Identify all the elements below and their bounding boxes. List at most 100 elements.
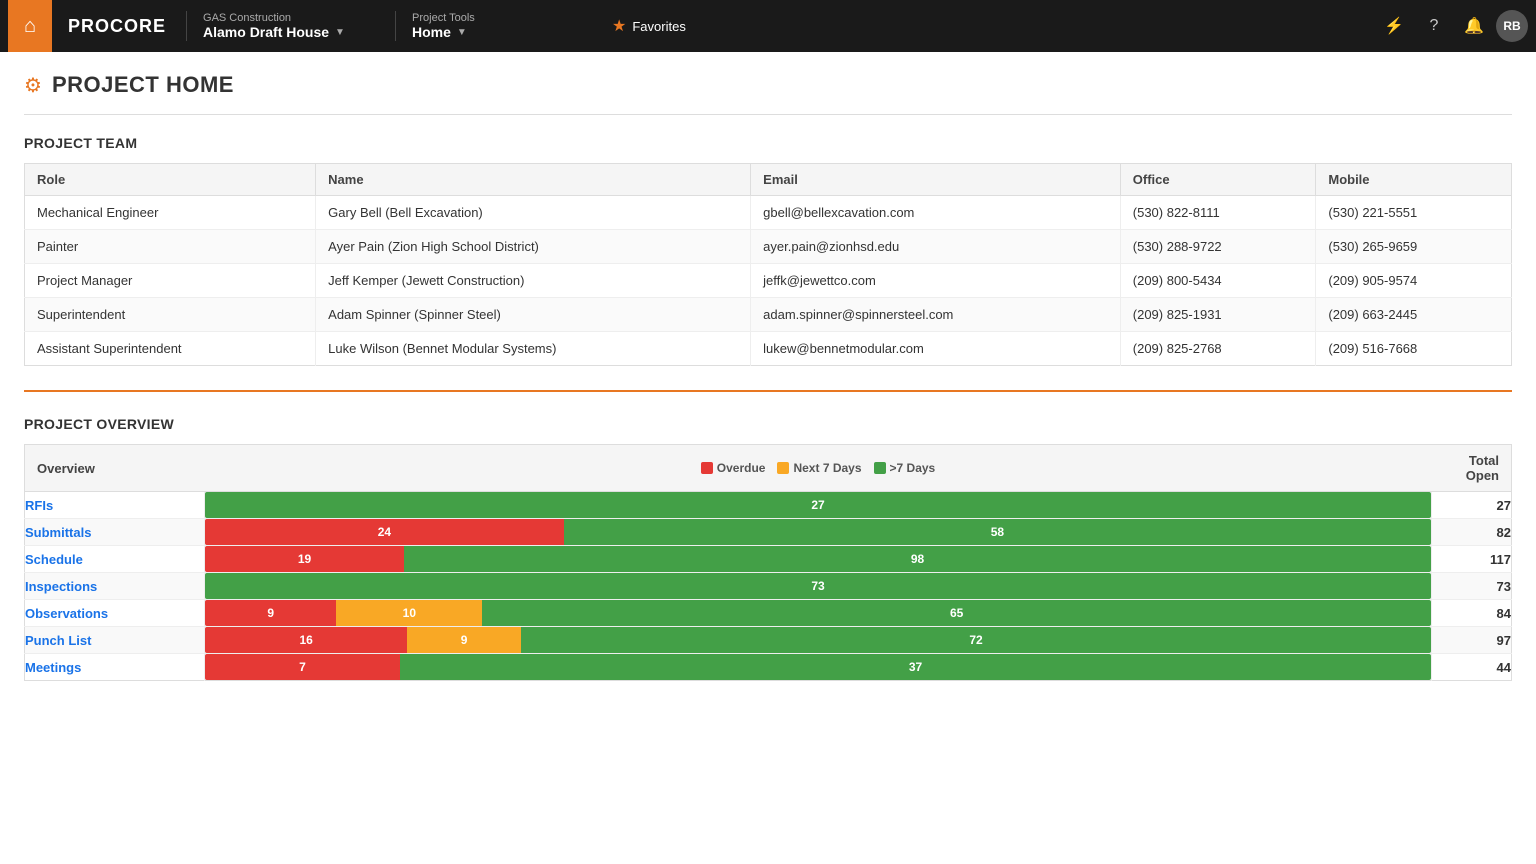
- team-row: SuperintendentAdam Spinner (Spinner Stee…: [25, 298, 1512, 332]
- company-sub-label: GAS Construction: [203, 12, 379, 24]
- team-row: Project ManagerJeff Kemper (Jewett Const…: [25, 264, 1512, 298]
- team-row: Mechanical EngineerGary Bell (Bell Excav…: [25, 196, 1512, 230]
- overview-row-total: 97: [1432, 627, 1512, 654]
- tools-main-label: Home ▼: [412, 24, 588, 40]
- bar-segment-yellow: 9: [407, 627, 521, 653]
- team-row: PainterAyer Pain (Zion High School Distr…: [25, 230, 1512, 264]
- favorites-button[interactable]: ★ Favorites: [600, 16, 698, 36]
- overview-bar-cell: 16972: [205, 627, 1432, 654]
- overview-table-body: RFIs2727Submittals245882Schedule1998117I…: [25, 492, 1512, 681]
- page-title: PROJECT HOME: [52, 72, 234, 98]
- team-cell-office: (530) 822-8111: [1120, 196, 1316, 230]
- top-navigation: ⌂ PROCORE GAS Construction Alamo Draft H…: [0, 0, 1536, 52]
- nav-divider-2: [395, 11, 396, 41]
- overview-row-label[interactable]: Punch List: [25, 627, 205, 654]
- legend-overdue: Overdue: [701, 461, 766, 475]
- col-name: Name: [316, 164, 751, 196]
- bar-segment-green: 27: [205, 492, 1431, 518]
- bar-segment-green: 37: [400, 654, 1431, 680]
- legend-next7: Next 7 Days: [777, 461, 861, 475]
- team-table-body: Mechanical EngineerGary Bell (Bell Excav…: [25, 196, 1512, 366]
- bar-segment-green: 98: [404, 546, 1431, 572]
- team-table-header: Role Name Email Office Mobile: [25, 164, 1512, 196]
- overview-row-label[interactable]: Inspections: [25, 573, 205, 600]
- company-dropdown[interactable]: GAS Construction Alamo Draft House ▼: [191, 8, 391, 44]
- overview-table-header: Overview Overdue Next 7 Days: [25, 445, 1512, 492]
- overview-total-header: Total Open: [1432, 445, 1512, 492]
- overview-bar-cell: 27: [205, 492, 1432, 519]
- overview-bar-cell: 737: [205, 654, 1432, 681]
- overview-row-total: 44: [1432, 654, 1512, 681]
- col-role: Role: [25, 164, 316, 196]
- col-office: Office: [1120, 164, 1316, 196]
- legend-next7-dot: [777, 462, 789, 474]
- overview-row: Inspections7373: [25, 573, 1512, 600]
- team-cell-mobile: (530) 221-5551: [1316, 196, 1512, 230]
- col-email: Email: [751, 164, 1121, 196]
- bar-segment-red: 16: [205, 627, 407, 653]
- bar-segment-red: 19: [205, 546, 404, 572]
- power-icon-button[interactable]: ⚡: [1376, 8, 1412, 44]
- team-cell-role: Assistant Superintendent: [25, 332, 316, 366]
- bar-container: 2458: [205, 519, 1431, 545]
- team-cell-email: lukew@bennetmodular.com: [751, 332, 1121, 366]
- overview-row-label[interactable]: Schedule: [25, 546, 205, 573]
- user-avatar[interactable]: RB: [1496, 10, 1528, 42]
- overview-bar-cell: 1998: [205, 546, 1432, 573]
- team-cell-mobile: (530) 265-9659: [1316, 230, 1512, 264]
- team-cell-name: Adam Spinner (Spinner Steel): [316, 298, 751, 332]
- bar-segment-red: 24: [205, 519, 564, 545]
- team-cell-office: (209) 800-5434: [1120, 264, 1316, 298]
- col-mobile: Mobile: [1316, 164, 1512, 196]
- overview-header-row: Overview Overdue Next 7 Days: [25, 445, 1512, 492]
- power-icon: ⚡: [1384, 16, 1404, 36]
- team-cell-mobile: (209) 516-7668: [1316, 332, 1512, 366]
- project-overview-table: Overview Overdue Next 7 Days: [24, 444, 1512, 681]
- legend-gt7: >7 Days: [874, 461, 936, 475]
- legend-next7-label: Next 7 Days: [793, 461, 861, 475]
- page-content: ⚙ PROJECT HOME PROJECT TEAM Role Name Em…: [0, 52, 1536, 701]
- project-team-table: Role Name Email Office Mobile Mechanical…: [24, 163, 1512, 366]
- bar-container: 27: [205, 492, 1431, 518]
- team-cell-email: adam.spinner@spinnersteel.com: [751, 298, 1121, 332]
- overview-row-label[interactable]: Submittals: [25, 519, 205, 546]
- company-main-label: Alamo Draft House ▼: [203, 24, 379, 40]
- overview-row-label[interactable]: Observations: [25, 600, 205, 627]
- legend-gt7-dot: [874, 462, 886, 474]
- bar-container: 1998: [205, 546, 1431, 572]
- overview-col-header: Overview: [25, 445, 205, 492]
- overview-row-total: 117: [1432, 546, 1512, 573]
- bar-container: 16972: [205, 627, 1431, 653]
- home-button[interactable]: ⌂: [8, 0, 52, 52]
- title-divider: [24, 114, 1512, 115]
- gear-icon: ⚙: [24, 73, 42, 98]
- overview-bar-cell: 91065: [205, 600, 1432, 627]
- legend: Overdue Next 7 Days >7 Days: [217, 461, 1420, 475]
- team-cell-name: Gary Bell (Bell Excavation): [316, 196, 751, 230]
- star-icon: ★: [612, 16, 626, 36]
- overview-row: Observations9106584: [25, 600, 1512, 627]
- team-cell-email: jeffk@jewettco.com: [751, 264, 1121, 298]
- overview-chart-header: Overdue Next 7 Days >7 Days: [205, 445, 1432, 492]
- team-cell-role: Project Manager: [25, 264, 316, 298]
- overview-row-label[interactable]: Meetings: [25, 654, 205, 681]
- bar-container: 73: [205, 573, 1431, 599]
- team-cell-mobile: (209) 663-2445: [1316, 298, 1512, 332]
- team-cell-office: (209) 825-2768: [1120, 332, 1316, 366]
- notifications-icon-button[interactable]: 🔔: [1456, 8, 1492, 44]
- team-cell-email: ayer.pain@zionhsd.edu: [751, 230, 1121, 264]
- legend-gt7-label: >7 Days: [890, 461, 936, 475]
- help-icon-button[interactable]: ?: [1416, 8, 1452, 44]
- bar-container: 737: [205, 654, 1431, 680]
- team-row: Assistant SuperintendentLuke Wilson (Ben…: [25, 332, 1512, 366]
- team-cell-role: Mechanical Engineer: [25, 196, 316, 230]
- bar-segment-green: 72: [521, 627, 1431, 653]
- project-tools-dropdown[interactable]: Project Tools Home ▼: [400, 8, 600, 44]
- overview-row-label[interactable]: RFIs: [25, 492, 205, 519]
- team-header-row: Role Name Email Office Mobile: [25, 164, 1512, 196]
- bar-segment-red: 9: [205, 600, 336, 626]
- nav-right-actions: ⚡ ? 🔔 RB: [1376, 8, 1528, 44]
- team-section-title: PROJECT TEAM: [24, 135, 1512, 151]
- bar-segment-green: 58: [564, 519, 1431, 545]
- overview-row: RFIs2727: [25, 492, 1512, 519]
